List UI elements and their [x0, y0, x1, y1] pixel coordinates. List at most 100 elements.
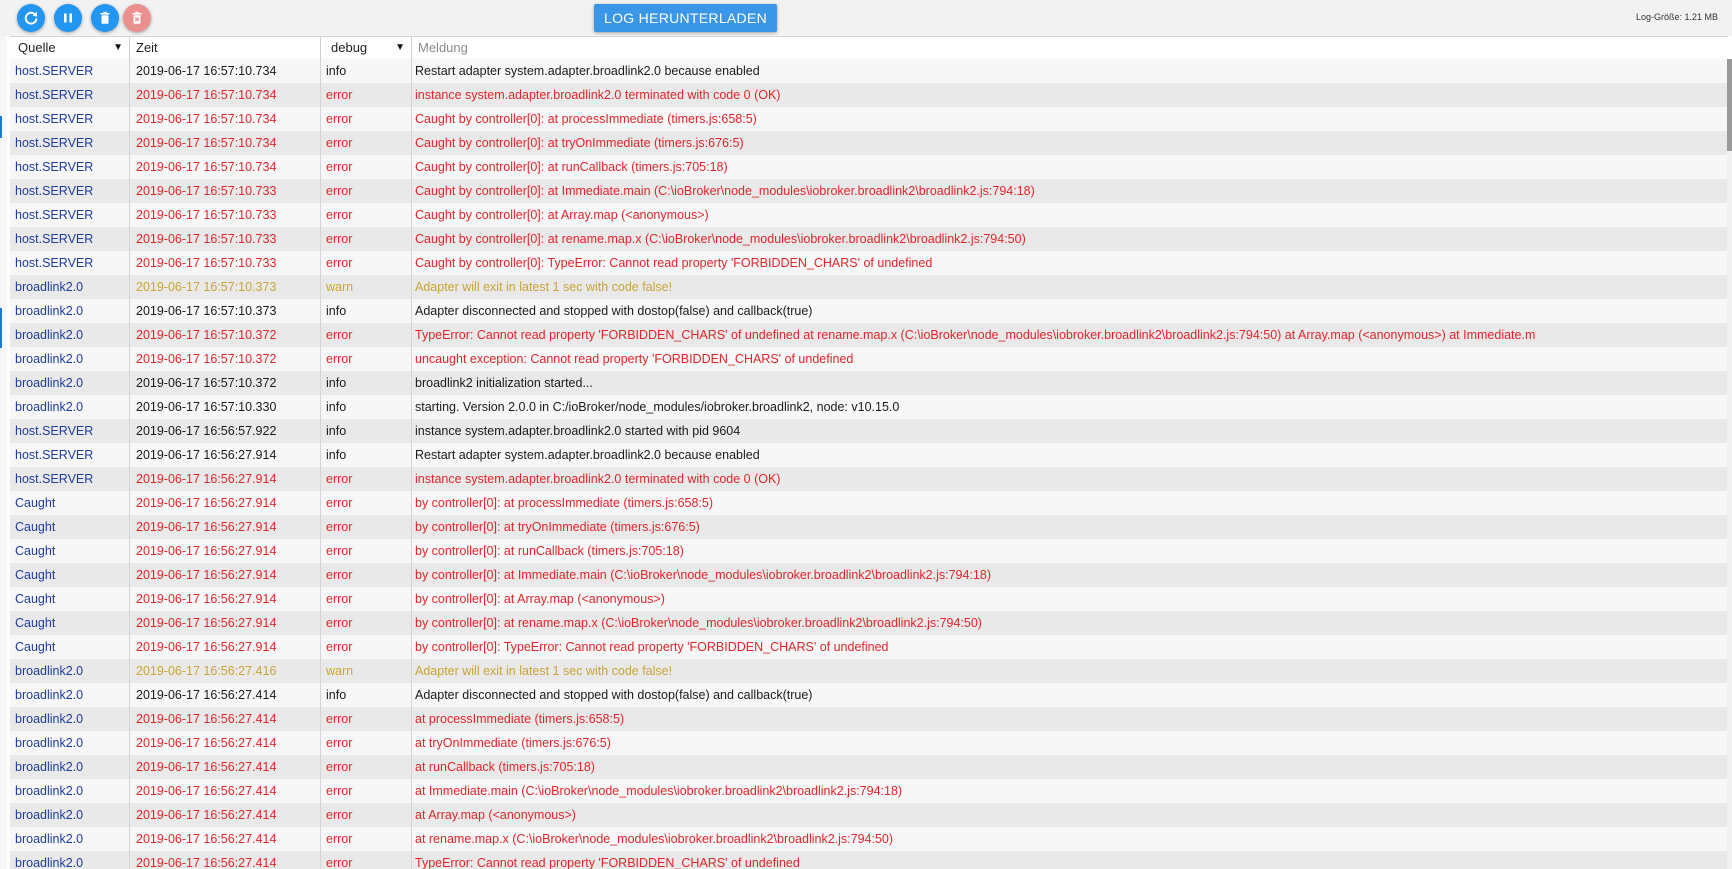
log-message: Caught by controller[0]: at runCallback …: [415, 160, 728, 174]
log-timestamp: 2019-06-17 16:56:27.914: [130, 515, 321, 539]
log-timestamp: 2019-06-17 16:57:10.373: [130, 275, 321, 299]
delete-all-button[interactable]: [123, 4, 151, 32]
log-source: host.SERVER: [10, 179, 130, 203]
log-source: broadlink2.0: [10, 683, 130, 707]
time-filter[interactable]: Zeit: [130, 37, 321, 59]
log-source: broadlink2.0: [10, 395, 130, 419]
log-severity: warn: [321, 275, 412, 299]
log-message: at tryOnImmediate (timers.js:676:5): [415, 736, 611, 750]
log-severity: error: [321, 107, 412, 131]
log-severity: error: [321, 755, 412, 779]
log-message: by controller[0]: at Array.map (<anonymo…: [415, 592, 665, 606]
log-message: by controller[0]: at Immediate.main (C:\…: [415, 568, 991, 582]
log-row: host.SERVER 2019-06-17 16:56:27.914 info Re…: [10, 443, 1727, 467]
log-row: broadlink2.0 2019-06-17 16:56:27.414 error…: [10, 803, 1727, 827]
log-message: by controller[0]: at runCallback (timers…: [415, 544, 684, 558]
message-filter-input[interactable]: Meldung: [412, 37, 1728, 59]
log-message: Caught by controller[0]: at rename.map.x…: [415, 232, 1026, 246]
log-source: broadlink2.0: [10, 779, 130, 803]
source-filter-label: Quelle: [18, 40, 56, 55]
log-message: Caught by controller[0]: TypeError: Cann…: [415, 256, 933, 270]
delete-button[interactable]: [91, 4, 119, 32]
log-severity: error: [321, 827, 412, 851]
log-timestamp: 2019-06-17 16:57:10.734: [130, 131, 321, 155]
log-severity: error: [321, 467, 412, 491]
log-message: instance system.adapter.broadlink2.0 ter…: [415, 472, 781, 486]
log-timestamp: 2019-06-17 16:56:27.914: [130, 539, 321, 563]
log-timestamp: 2019-06-17 16:57:10.330: [130, 395, 321, 419]
log-severity: error: [321, 635, 412, 659]
log-timestamp: 2019-06-17 16:56:27.414: [130, 683, 321, 707]
log-row: Caught 2019-06-17 16:56:27.914 error by con…: [10, 587, 1727, 611]
log-source: host.SERVER: [10, 227, 130, 251]
log-row: host.SERVER 2019-06-17 16:57:10.733 error C…: [10, 227, 1727, 251]
log-message: by controller[0]: at processImmediate (t…: [415, 496, 714, 510]
log-severity: error: [321, 779, 412, 803]
side-strip: [0, 0, 7, 869]
log-row: host.SERVER 2019-06-17 16:56:27.914 error i…: [10, 467, 1727, 491]
log-timestamp: 2019-06-17 16:56:27.914: [130, 563, 321, 587]
log-message: at rename.map.x (C:\ioBroker\node_module…: [415, 832, 894, 846]
log-row: broadlink2.0 2019-06-17 16:56:27.414 error…: [10, 755, 1727, 779]
log-timestamp: 2019-06-17 16:56:27.414: [130, 755, 321, 779]
log-severity: warn: [321, 659, 412, 683]
log-timestamp: 2019-06-17 16:56:57.922: [130, 419, 321, 443]
source-filter-select[interactable]: Quelle ▼: [10, 37, 130, 59]
log-row: Caught 2019-06-17 16:56:27.914 error by con…: [10, 635, 1727, 659]
log-source: host.SERVER: [10, 203, 130, 227]
log-severity: error: [321, 611, 412, 635]
log-severity: info: [321, 395, 412, 419]
log-source: Caught: [10, 563, 130, 587]
log-timestamp: 2019-06-17 16:57:10.372: [130, 323, 321, 347]
log-source: broadlink2.0: [10, 755, 130, 779]
message-filter-placeholder: Meldung: [418, 40, 468, 55]
log-message: Adapter disconnected and stopped with do…: [415, 688, 813, 702]
log-source: host.SERVER: [10, 107, 130, 131]
log-timestamp: 2019-06-17 16:57:10.733: [130, 179, 321, 203]
log-timestamp: 2019-06-17 16:57:10.372: [130, 371, 321, 395]
log-message: Adapter disconnected and stopped with do…: [415, 304, 813, 318]
log-timestamp: 2019-06-17 16:56:27.914: [130, 491, 321, 515]
log-severity: error: [321, 587, 412, 611]
log-severity: error: [321, 347, 412, 371]
log-severity: error: [321, 491, 412, 515]
log-source: Caught: [10, 611, 130, 635]
log-source: broadlink2.0: [10, 827, 130, 851]
log-severity: info: [321, 371, 412, 395]
time-filter-label: Zeit: [136, 40, 158, 55]
side-strip-marker: [0, 308, 2, 348]
vertical-scrollbar[interactable]: [1727, 59, 1732, 869]
pause-button[interactable]: [54, 4, 82, 32]
log-row: host.SERVER 2019-06-17 16:57:10.734 error i…: [10, 83, 1727, 107]
log-row: broadlink2.0 2019-06-17 16:57:10.373 warn A…: [10, 275, 1727, 299]
log-message: Caught by controller[0]: at tryOnImmedia…: [415, 136, 744, 150]
log-source: host.SERVER: [10, 131, 130, 155]
log-row: host.SERVER 2019-06-17 16:57:10.734 error C…: [10, 131, 1727, 155]
scrollbar-thumb[interactable]: [1727, 59, 1732, 151]
log-message: at runCallback (timers.js:705:18): [415, 760, 595, 774]
log-row: broadlink2.0 2019-06-17 16:56:27.414 info A…: [10, 683, 1727, 707]
level-filter-select[interactable]: debug ▼: [321, 37, 412, 59]
log-row: broadlink2.0 2019-06-17 16:56:27.416 warn A…: [10, 659, 1727, 683]
log-message: at processImmediate (timers.js:658:5): [415, 712, 625, 726]
log-viewer: LOG HERUNTERLADEN Log-Größe: 1.21 MB Que…: [0, 0, 1732, 869]
log-row: host.SERVER 2019-06-17 16:56:57.922 info in…: [10, 419, 1727, 443]
log-message: at Array.map (<anonymous>): [415, 808, 576, 822]
log-timestamp: 2019-06-17 16:56:27.414: [130, 731, 321, 755]
log-message: by controller[0]: at rename.map.x (C:\io…: [415, 616, 982, 630]
log-row: Caught 2019-06-17 16:56:27.914 error by con…: [10, 539, 1727, 563]
log-row: Caught 2019-06-17 16:56:27.914 error by con…: [10, 491, 1727, 515]
log-row: host.SERVER 2019-06-17 16:57:10.733 error C…: [10, 251, 1727, 275]
log-message: by controller[0]: TypeError: Cannot read…: [415, 640, 889, 654]
log-severity: error: [321, 83, 412, 107]
log-timestamp: 2019-06-17 16:56:27.414: [130, 707, 321, 731]
log-severity: info: [321, 59, 412, 83]
log-message: TypeError: Cannot read property 'FORBIDD…: [415, 856, 800, 869]
refresh-button[interactable]: [17, 4, 45, 32]
log-source: broadlink2.0: [10, 731, 130, 755]
download-log-button[interactable]: LOG HERUNTERLADEN: [594, 4, 777, 32]
log-timestamp: 2019-06-17 16:56:27.414: [130, 803, 321, 827]
trash-x-icon: [132, 11, 142, 24]
log-size-label: Log-Größe: 1.21 MB: [1635, 12, 1718, 22]
log-timestamp: 2019-06-17 16:56:27.914: [130, 587, 321, 611]
